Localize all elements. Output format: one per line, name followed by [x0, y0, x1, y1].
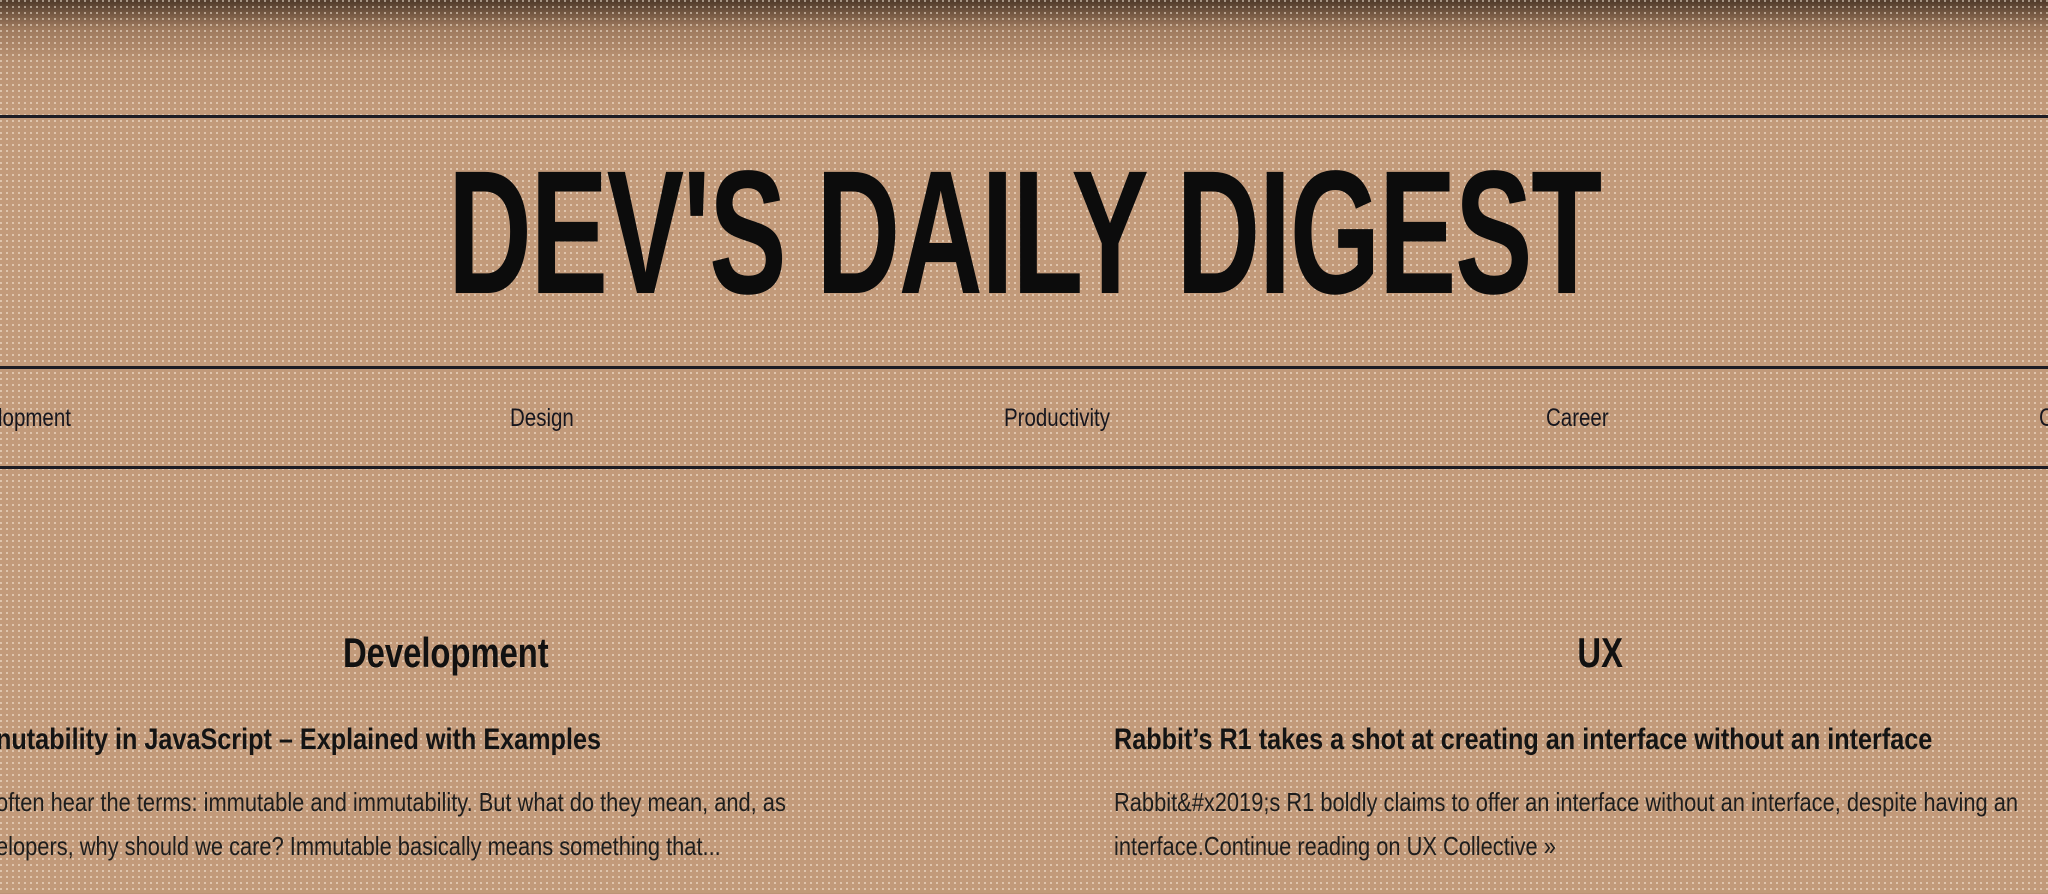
nav-item-development[interactable]: lopment: [0, 370, 87, 466]
section-heading: Development: [343, 629, 549, 676]
nav-item-productivity[interactable]: Productivity: [1004, 370, 1133, 466]
article-excerpt: often hear the terms: immutable and immu…: [0, 780, 936, 868]
nav-item-design[interactable]: Design: [510, 370, 588, 466]
site-title: DEV'S DAILY DIGEST: [447, 135, 1602, 331]
excerpt-line: often hear the terms: immutable and immu…: [0, 787, 786, 817]
nav-item-career[interactable]: Career: [1546, 370, 1622, 466]
nav-bottom-rule: [0, 466, 2048, 469]
excerpt-line: interface.Continue reading on UX Collect…: [1114, 831, 1556, 861]
article-title[interactable]: nutability in JavaScript – Explained wit…: [0, 718, 716, 762]
section-heading: UX: [1577, 629, 1623, 676]
excerpt-line: Rabbit&#x2019;s R1 boldly claims to offe…: [1114, 787, 2019, 817]
article-excerpt: Rabbit&#x2019;s R1 boldly claims to offe…: [1114, 780, 2048, 868]
masthead: DEV'S DAILY DIGEST: [0, 120, 2048, 365]
article-title[interactable]: Rabbit’s R1 takes a shot at creating an …: [1114, 718, 2048, 762]
masthead-bottom-rule: [0, 366, 2048, 369]
excerpt-line: elopers, why should we care? Immutable b…: [0, 831, 721, 861]
category-nav: lopment Design Productivity Career C: [0, 370, 2048, 466]
nav-item-more[interactable]: C: [2039, 370, 2048, 466]
masthead-top-rule: [0, 115, 2048, 118]
